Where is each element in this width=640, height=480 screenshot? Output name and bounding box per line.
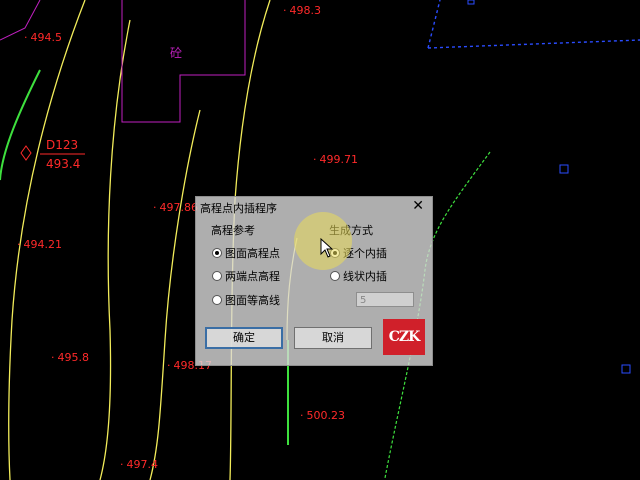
boundary-line [427,0,640,49]
close-icon[interactable]: ✕ [412,198,424,214]
density-input[interactable]: 5 [356,292,414,307]
radio-circle[interactable] [330,271,340,281]
radio-map-elevation-points[interactable]: 图面高程点 [212,245,280,261]
elevation-label: 499.71 [313,154,359,166]
radio-label: 图面等高线 [225,294,280,307]
building-outline [121,0,246,123]
control-point-elevation: 493.4 [46,157,81,171]
radio-label: 线状内插 [343,270,387,283]
radio-map-contours[interactable]: 图面等高线 [212,292,280,308]
radio-label: 图面高程点 [225,247,280,260]
elevation-label: 497.4 [120,459,159,471]
control-point-id: D123 [46,138,79,152]
ref-group-title: 高程参考 [211,224,255,237]
elevation-label: 498.3 [283,5,322,17]
radio-circle[interactable] [212,248,222,258]
elevation-label: 494.21 [17,239,63,251]
building-material-label: 砼 [170,46,183,60]
mouse-pointer-icon [320,238,334,258]
radio-circle[interactable] [212,295,222,305]
elevation-label: 495.8 [51,352,90,364]
elevation-label: 494.5 [24,32,63,44]
app-logo: CZK [383,319,425,355]
radio-endpoint-elevation[interactable]: 两端点高程 [212,268,280,284]
index-contour-line [0,69,41,181]
elevation-label: 500.23 [300,410,346,422]
ok-button[interactable]: 确定 [205,327,283,349]
elevation-label: 497.86 [153,202,199,214]
boundary-marker [467,0,631,374]
radio-linear[interactable]: 线状内插 [330,268,387,284]
contour-line [99,19,131,480]
radio-label: 两端点高程 [225,270,280,283]
cancel-button[interactable]: 取消 [294,327,372,349]
contour-line [149,109,201,480]
radio-circle[interactable] [212,271,222,281]
dialog-title: 高程点内插程序 [200,202,277,215]
